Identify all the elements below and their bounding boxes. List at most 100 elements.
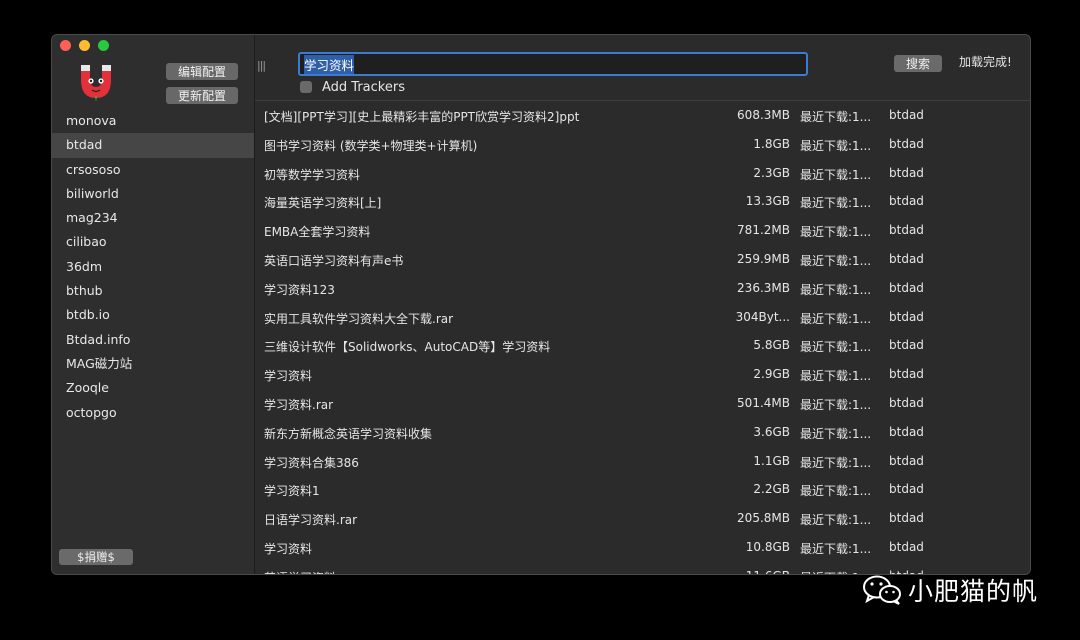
add-trackers-label[interactable]: Add Trackers	[322, 80, 405, 95]
search-input[interactable]	[298, 52, 808, 76]
window-controls	[60, 40, 109, 51]
app-window: 编辑配置 更新配置 monova btdad crsososo biliworld ma…	[51, 34, 1031, 575]
result-name: 学习资料	[264, 541, 313, 556]
sidebar-item-site[interactable]: bthub	[52, 279, 254, 303]
result-last-download: 最近下载:1...	[800, 397, 872, 412]
wechat-icon	[863, 575, 901, 605]
sidebar-item-site[interactable]: mag234	[52, 206, 254, 230]
sidebar-item-site[interactable]: crsososo	[52, 158, 254, 182]
table-row[interactable]: 学习资料 2.9GB 最近下载:1... btdad	[255, 360, 1030, 389]
results-table: [文档][PPT学习][史上最精彩丰富的PPT欣赏学习资料2]ppt 608.3M…	[255, 101, 1030, 574]
table-row[interactable]: 海量英语学习资料[上] 13.3GB 最近下载:1... btdad	[255, 187, 1030, 216]
sidebar-item-site[interactable]: Btdad.info	[52, 328, 254, 352]
result-last-download: 最近下载:1...	[800, 138, 872, 153]
result-size: 1.8GB	[753, 136, 790, 151]
sidebar-item-site[interactable]: btdb.io	[52, 303, 254, 327]
update-config-button[interactable]: 更新配置	[166, 87, 238, 104]
result-name: 海量英语学习资料[上]	[264, 196, 382, 211]
result-size: 304Byt...	[735, 309, 790, 324]
watermark-text: 小肥猫的帆	[908, 577, 1039, 606]
result-last-download: 最近下载:1...	[800, 369, 872, 384]
result-last-download: 最近下载:1...	[800, 110, 872, 124]
sidebar-item-site[interactable]: monova	[52, 109, 254, 133]
sidebar-item-site[interactable]: Zooqle	[52, 376, 254, 400]
minimize-window-button[interactable]	[79, 40, 90, 51]
donate-button[interactable]: $捐赠$	[59, 549, 133, 565]
result-name: 学习资料.rar	[264, 397, 334, 412]
result-source: btdad	[889, 280, 924, 295]
table-row[interactable]: 初等数学学习资料 2.3GB 最近下载:1... btdad	[255, 159, 1030, 188]
close-window-button[interactable]	[60, 40, 71, 51]
result-name: 日语学习资料.rar	[264, 513, 358, 528]
result-source: btdad	[889, 309, 924, 324]
result-name: 学习资料合集386	[264, 455, 359, 470]
result-name: 新东方新概念英语学习资料收集	[264, 426, 433, 441]
result-source: btdad	[889, 539, 924, 554]
table-row[interactable]: 英语口语学习资料有声e书 259.9MB 最近下载:1... btdad	[255, 245, 1030, 274]
result-source: btdad	[889, 194, 924, 209]
result-size: 608.3MB	[737, 108, 790, 122]
result-size: 11.6GB	[746, 569, 790, 574]
result-name: 三维设计软件【Solidworks、AutoCAD等】学习资料	[264, 340, 551, 355]
result-size: 5.8GB	[753, 338, 790, 353]
add-trackers-checkbox[interactable]	[300, 81, 312, 93]
result-name: 初等数学学习资料	[264, 167, 361, 182]
table-row[interactable]: 实用工具软件学习资料大全下载.rar 304Byt... 最近下载:1... btda…	[255, 303, 1030, 332]
table-row[interactable]: 新东方新概念英语学习资料收集 3.6GB 最近下载:1... btdad	[255, 418, 1030, 447]
result-last-download: 最近下载:1...	[800, 282, 872, 297]
sidebar-item-site[interactable]: 36dm	[52, 255, 254, 279]
result-last-download: 最近下载:1...	[800, 167, 872, 182]
result-source: btdad	[889, 108, 924, 122]
result-name: EMBA全套学习资料	[264, 225, 371, 240]
table-row[interactable]: 学习资料合集386 1.1GB 最近下载:1... btdad	[255, 447, 1030, 476]
result-source: btdad	[889, 136, 924, 151]
status-text: 加载完成!	[959, 55, 1012, 69]
result-name: 英语口语学习资料有声e书	[264, 253, 404, 268]
sidebar-item-site[interactable]: MAG磁力站	[52, 352, 254, 376]
result-source: btdad	[889, 223, 924, 238]
result-size: 501.4MB	[737, 395, 790, 410]
result-name: 学习资料123	[264, 282, 335, 297]
result-name: 图书学习资料 (数学类+物理类+计算机)	[264, 138, 478, 153]
result-name: 学习资料	[264, 369, 313, 384]
result-source: btdad	[889, 165, 924, 180]
table-row[interactable]: 学习资料123 236.3MB 最近下载:1... btdad	[255, 274, 1030, 303]
table-row[interactable]: 学习资料.rar 501.4MB 最近下载:1... btdad	[255, 389, 1030, 418]
table-row[interactable]: 学习资料 10.8GB 最近下载:1... btdad	[255, 533, 1030, 562]
drag-handle[interactable]: |||	[257, 59, 266, 72]
result-last-download: 最近下载:1...	[800, 196, 872, 211]
result-last-download: 最近下载:1...	[800, 253, 872, 268]
result-size: 236.3MB	[737, 280, 790, 295]
result-name: [文档][PPT学习][史上最精彩丰富的PPT欣赏学习资料2]ppt	[264, 110, 580, 124]
edit-config-button[interactable]: 编辑配置	[166, 63, 238, 80]
table-row[interactable]: 学习资料1 2.2GB 最近下载:1... btdad	[255, 475, 1030, 504]
sidebar-item-site[interactable]: octopgo	[52, 401, 254, 425]
table-row[interactable]: 图书学习资料 (数学类+物理类+计算机) 1.8GB 最近下载:1... btdad	[255, 130, 1030, 159]
result-size: 13.3GB	[745, 194, 790, 209]
search-button[interactable]: 搜索	[894, 55, 942, 72]
sidebar-item-site[interactable]: btdad	[52, 133, 254, 158]
table-row[interactable]: 三维设计软件【Solidworks、AutoCAD等】学习资料 5.8GB 最近下载…	[255, 331, 1030, 360]
result-source: btdad	[889, 367, 924, 382]
table-row[interactable]: EMBA全套学习资料 781.2MB 最近下载:1... btdad	[255, 216, 1030, 245]
result-last-download: 最近下载:1...	[800, 455, 872, 470]
watermark: 小肥猫的帆	[862, 572, 1038, 608]
result-source: btdad	[889, 511, 924, 526]
sidebar-item-site[interactable]: biliworld	[52, 182, 254, 206]
result-size: 205.8MB	[737, 511, 790, 526]
result-last-download: 最近下载:1...	[800, 340, 872, 355]
result-source: btdad	[889, 395, 924, 410]
result-last-download: 最近下载:1...	[800, 513, 872, 528]
result-size: 259.9MB	[737, 251, 790, 266]
sidebar: 编辑配置 更新配置 monova btdad crsososo biliworld ma…	[52, 35, 255, 574]
sidebar-item-site[interactable]: cilibao	[52, 230, 254, 254]
result-name: 实用工具软件学习资料大全下载.rar	[264, 311, 454, 326]
result-source: btdad	[889, 251, 924, 266]
result-source: btdad	[889, 424, 924, 439]
result-size: 3.6GB	[753, 424, 790, 439]
result-source: btdad	[889, 453, 924, 468]
table-row[interactable]: 日语学习资料.rar 205.8MB 最近下载:1... btdad	[255, 504, 1030, 533]
table-row[interactable]: [文档][PPT学习][史上最精彩丰富的PPT欣赏学习资料2]ppt 608.3M…	[255, 101, 1030, 130]
zoom-window-button[interactable]	[98, 40, 109, 51]
result-name: 英语学习资料	[264, 569, 719, 574]
